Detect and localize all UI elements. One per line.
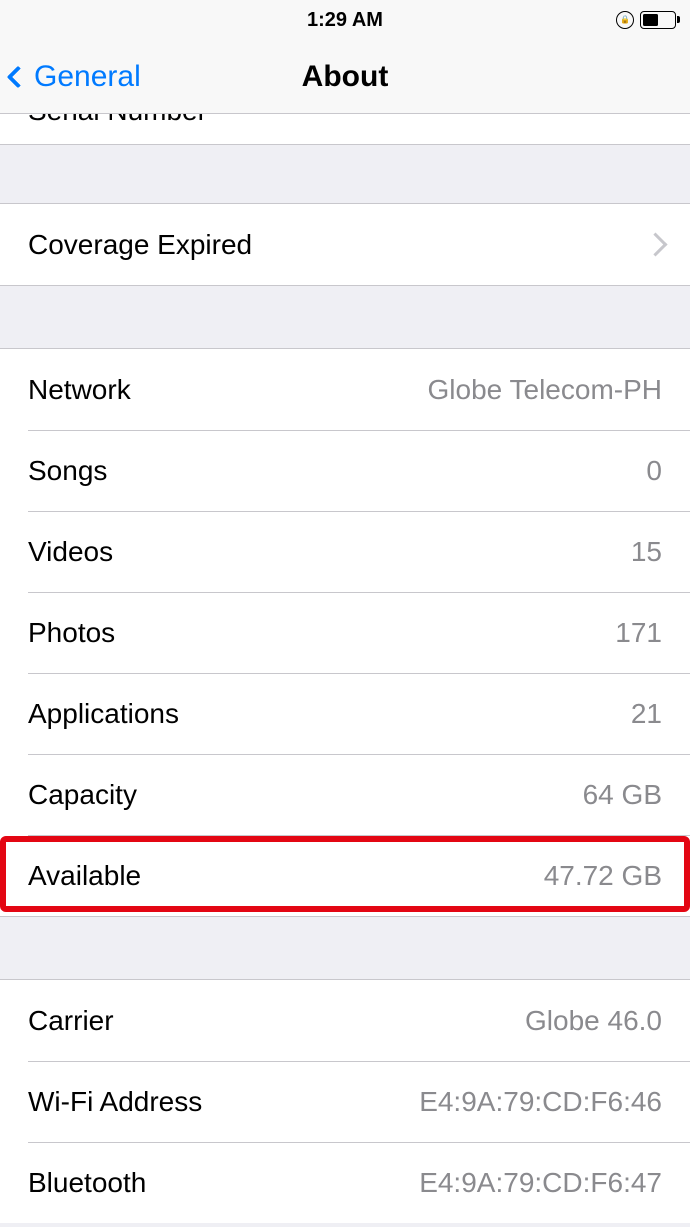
row-available[interactable]: Available 47.72 GB (0, 835, 690, 916)
network-label: Network (28, 374, 131, 406)
network-info-group: Carrier Globe 46.0 Wi-Fi Address E4:9A:7… (0, 979, 690, 1223)
videos-label: Videos (28, 536, 113, 568)
photos-value: 171 (615, 617, 662, 649)
orientation-lock-icon: 🔒 (616, 11, 634, 29)
videos-value: 15 (631, 536, 662, 568)
status-right: 🔒 (616, 11, 676, 29)
battery-icon (640, 11, 676, 29)
serial-group-partial: Serial Number (0, 114, 690, 145)
row-network[interactable]: Network Globe Telecom-PH (0, 349, 690, 430)
row-wifi-address[interactable]: Wi-Fi Address E4:9A:79:CD:F6:46 (0, 1061, 690, 1142)
applications-value: 21 (631, 698, 662, 730)
coverage-group: Coverage Expired (0, 203, 690, 286)
capacity-label: Capacity (28, 779, 137, 811)
group-spacer (0, 145, 690, 203)
carrier-value: Globe 46.0 (525, 1005, 662, 1037)
wifi-value: E4:9A:79:CD:F6:46 (419, 1086, 662, 1118)
page-title: About (302, 60, 389, 94)
coverage-label: Coverage Expired (28, 229, 252, 261)
carrier-label: Carrier (28, 1005, 114, 1037)
status-bar: 1:29 AM 🔒 (0, 0, 690, 40)
row-serial-number[interactable]: Serial Number (0, 114, 690, 144)
serial-label: Serial Number (28, 114, 207, 127)
available-label: Available (28, 860, 141, 892)
bluetooth-value: E4:9A:79:CD:F6:47 (419, 1167, 662, 1199)
row-photos[interactable]: Photos 171 (0, 592, 690, 673)
row-coverage[interactable]: Coverage Expired (0, 204, 690, 285)
row-applications[interactable]: Applications 21 (0, 673, 690, 754)
row-songs[interactable]: Songs 0 (0, 430, 690, 511)
content: Serial Number Coverage Expired Network G… (0, 114, 690, 1223)
photos-label: Photos (28, 617, 115, 649)
nav-bar: General About (0, 40, 690, 114)
group-spacer (0, 286, 690, 348)
chevron-left-icon (7, 65, 30, 88)
songs-value: 0 (646, 455, 662, 487)
device-info-group: Network Globe Telecom-PH Songs 0 Videos … (0, 348, 690, 917)
bluetooth-label: Bluetooth (28, 1167, 146, 1199)
back-label: General (34, 60, 141, 94)
status-time: 1:29 AM (307, 9, 383, 32)
row-bluetooth[interactable]: Bluetooth E4:9A:79:CD:F6:47 (0, 1142, 690, 1223)
row-capacity[interactable]: Capacity 64 GB (0, 754, 690, 835)
capacity-value: 64 GB (583, 779, 662, 811)
row-carrier[interactable]: Carrier Globe 46.0 (0, 980, 690, 1061)
network-value: Globe Telecom-PH (428, 374, 662, 406)
svg-text:🔒: 🔒 (620, 15, 630, 24)
back-button[interactable]: General (10, 60, 141, 94)
songs-label: Songs (28, 455, 107, 487)
wifi-label: Wi-Fi Address (28, 1086, 202, 1118)
available-value: 47.72 GB (544, 860, 662, 892)
applications-label: Applications (28, 698, 179, 730)
row-videos[interactable]: Videos 15 (0, 511, 690, 592)
group-spacer (0, 917, 690, 979)
